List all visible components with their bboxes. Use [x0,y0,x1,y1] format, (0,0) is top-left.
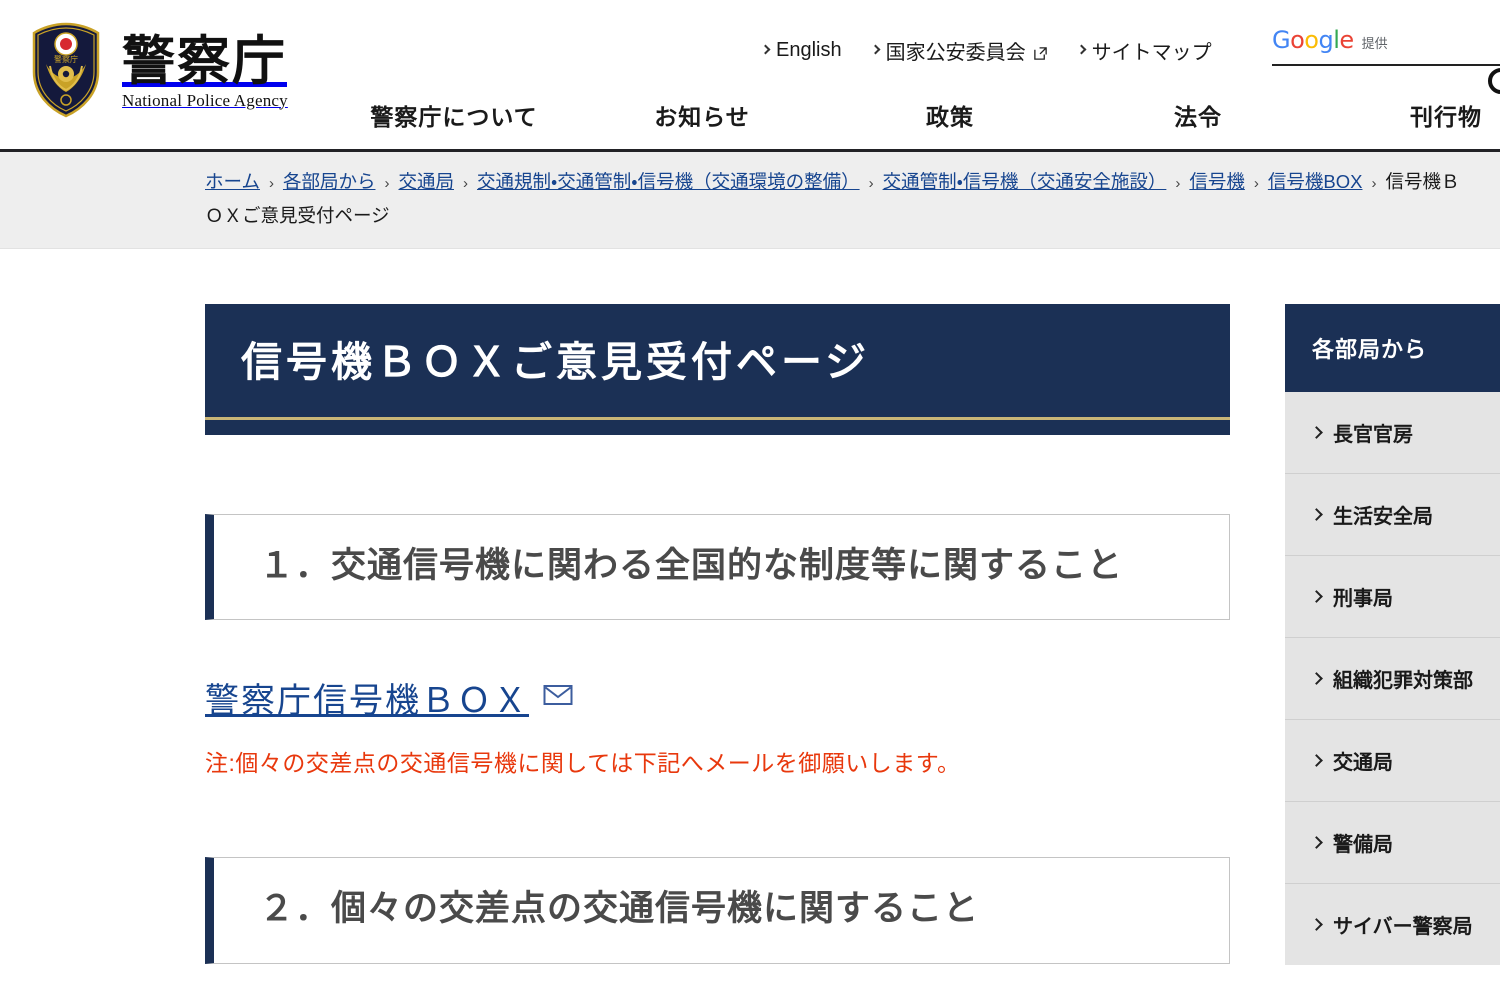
main-nav: 警察庁について お知らせ 政策 法令 刊行物 [330,98,1500,141]
breadcrumb-item-bureaus[interactable]: 各部局から [283,171,376,192]
breadcrumb: ホーム › 各部局から › 交通局 › 交通規制・交通管制・信号機（交通環境の整備） › 交通管… [205,166,1475,232]
nav-item-laws[interactable]: 法令 [1074,98,1322,141]
sidebar-item-label: 生活安全局 [1333,506,1433,528]
sidebar-item-label: 刑事局 [1333,588,1393,610]
breadcrumb-separator: › [384,175,390,192]
chevron-right-icon [1310,508,1323,521]
sidebar-item-commissioner-general-secretariat[interactable]: 長官官房 [1285,392,1500,473]
chevron-right-icon [1076,44,1087,55]
section-heading-box-2: ２．個々の交差点の交通信号機に関すること [205,857,1230,964]
logo-text-jp: 警察庁 [122,32,287,91]
site-logo-link[interactable]: 警察庁 警察庁 National Police Agency [24,22,288,118]
contact-note: 注:個々の交差点の交通信号機に関しては下記へメールを御願いします。 [205,750,961,777]
logo-text-en: National Police Agency [122,90,288,110]
chevron-right-icon [1310,918,1323,931]
site-header: 警察庁 警察庁 National Police Agency English 国… [0,0,1500,152]
chevron-right-icon [1310,672,1323,685]
breadcrumb-separator: › [1175,175,1181,192]
page-title: 信号機ＢＯＸご意見受付ページ [241,339,871,385]
breadcrumb-item-signal-box[interactable]: 信号機BOX [1268,171,1363,192]
chevron-right-icon [1310,426,1323,439]
nav-item-label: お知らせ [654,104,750,130]
utility-link-label: English [776,39,842,61]
breadcrumb-separator: › [868,175,874,192]
breadcrumb-bar: ホーム › 各部局から › 交通局 › 交通規制・交通管制・信号機（交通環境の整備） › 交通管… [0,152,1500,249]
nav-item-news[interactable]: お知らせ [578,98,826,141]
sidebar-item-label: サイバー警察局 [1333,916,1473,938]
sidebar-item-label: 組織犯罪対策部 [1333,670,1473,692]
nav-item-label: 刊行物 [1410,104,1482,130]
search-input[interactable] [1272,30,1482,60]
sidebar-item-cyber-police-bureau[interactable]: サイバー警察局 [1285,883,1500,965]
sidebar-item-community-safety-bureau[interactable]: 生活安全局 [1285,473,1500,555]
contact-link-row: 警察庁信号機ＢＯＸ [205,673,1285,722]
police-emblem-icon: 警察庁 [24,22,108,118]
chevron-right-icon [1310,836,1323,849]
breadcrumb-item-signal[interactable]: 信号機 [1189,171,1245,192]
section-heading: １．交通信号機に関わる全国的な制度等に関すること [259,546,1124,585]
external-link-icon [1033,44,1048,60]
sidebar-item-label: 警備局 [1333,834,1393,856]
mail-icon [543,683,573,712]
sidebar-item-label: 長官官房 [1333,424,1413,446]
site-search: Google 提供 [1272,26,1500,94]
chevron-right-icon [1310,754,1323,767]
nav-item-about[interactable]: 警察庁について [330,98,578,141]
chevron-right-icon [760,44,771,55]
breadcrumb-item-traffic-control[interactable]: 交通管制・信号機（交通安全施設） [883,171,1167,192]
nav-item-label: 政策 [926,104,974,130]
nav-item-policy[interactable]: 政策 [826,98,1074,141]
utility-link-label: サイトマップ [1091,42,1212,64]
page-layout: 信号機ＢＯＸご意見受付ページ １．交通信号機に関わる全国的な制度等に関すること … [0,249,1500,965]
banner-gold-rule [205,415,1230,422]
utility-nav: English 国家公安委員会 サイトマップ [760,36,1212,65]
svg-text:警察庁: 警察庁 [54,54,78,64]
utility-link-english[interactable]: English [760,39,842,62]
sidebar-item-security-bureau[interactable]: 警備局 [1285,801,1500,883]
sidebar: 各部局から 長官官房 生活安全局 刑事局 組織犯罪対策部 交通局 警備局 サイバ… [1285,249,1500,965]
search-underline [1272,64,1500,66]
utility-link-public-safety-commission[interactable]: 国家公安委員会 [870,36,1048,65]
nav-item-label: 警察庁について [370,104,538,130]
nav-item-publications[interactable]: 刊行物 [1322,98,1500,141]
page-title-banner: 信号機ＢＯＸご意見受付ページ [205,304,1230,435]
sidebar-item-criminal-investigation-bureau[interactable]: 刑事局 [1285,555,1500,637]
sidebar-item-organized-crime-department[interactable]: 組織犯罪対策部 [1285,637,1500,719]
section-heading-box-1: １．交通信号機に関わる全国的な制度等に関すること [205,514,1230,621]
breadcrumb-separator: › [268,175,274,192]
chevron-right-icon [1310,590,1323,603]
main-content: 信号機ＢＯＸご意見受付ページ １．交通信号機に関わる全国的な制度等に関すること … [0,249,1285,965]
sidebar-item-label: 交通局 [1333,752,1393,774]
sidebar-item-traffic-bureau[interactable]: 交通局 [1285,719,1500,801]
utility-link-sitemap[interactable]: サイトマップ [1076,36,1212,65]
breadcrumb-separator: › [462,175,468,192]
nav-item-label: 法令 [1174,104,1222,130]
section-heading: ２．個々の交差点の交通信号機に関すること [259,889,980,929]
signal-box-mail-link[interactable]: 警察庁信号機ＢＯＸ [205,673,529,722]
utility-link-label: 国家公安委員会 [885,42,1026,64]
sidebar-title: 各部局から [1285,304,1500,392]
breadcrumb-separator: › [1371,175,1377,192]
breadcrumb-item-traffic-regulation[interactable]: 交通規制・交通管制・信号機（交通環境の整備） [477,171,860,192]
chevron-right-icon [870,44,881,55]
breadcrumb-item-home[interactable]: ホーム [205,171,260,192]
breadcrumb-separator: › [1253,175,1259,192]
breadcrumb-item-traffic-bureau[interactable]: 交通局 [398,171,454,192]
